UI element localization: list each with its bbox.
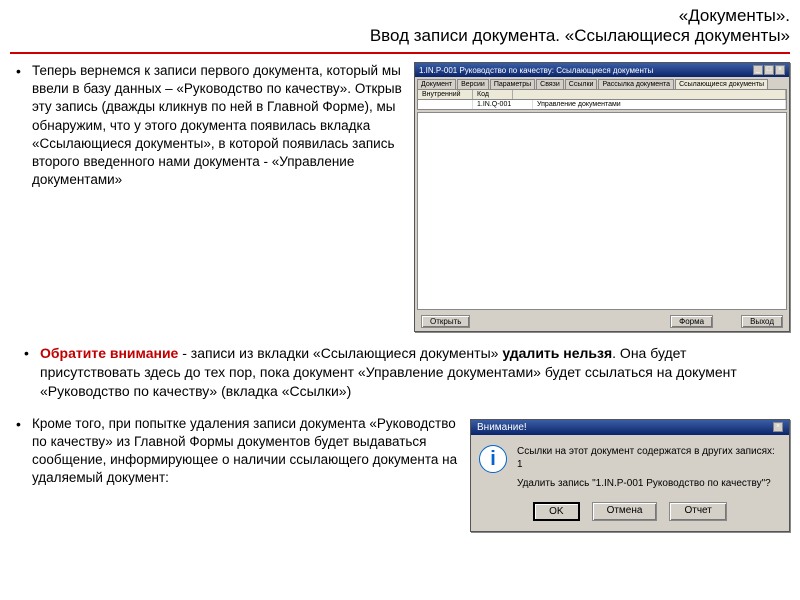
dialog-titlebar: Внимание! × [471, 420, 789, 435]
col-internal: Внутренний [418, 90, 473, 99]
dialog-line1: Ссылки на этот документ содержатся в дру… [517, 445, 781, 471]
note-strong: удалить нельзя [502, 345, 612, 361]
bullet-first-block: Теперь вернемся к записи первого докумен… [10, 62, 406, 196]
tab-referencing[interactable]: Ссылающиеся документы [675, 79, 768, 89]
app-title: 1.IN.P-001 Руководство по качеству: Ссыл… [419, 66, 653, 75]
cell-name: Управление документами [533, 100, 786, 109]
tab-params[interactable]: Параметры [490, 79, 535, 89]
tab-versions[interactable]: Версии [457, 79, 489, 89]
form-button[interactable]: Форма [670, 315, 713, 328]
bullet-third-block: Кроме того, при попытке удаления записи … [10, 415, 458, 494]
divider [10, 52, 790, 54]
cancel-button[interactable]: Отмена [592, 502, 658, 521]
cell-code: 1.IN.Q-001 [473, 100, 533, 109]
close-icon[interactable]: × [775, 65, 785, 75]
bullet-first: Теперь вернемся к записи первого докумен… [10, 62, 406, 190]
col-code: Код [473, 90, 513, 99]
dialog-close-icon[interactable]: × [773, 422, 783, 432]
title-line2: Ввод записи документа. «Ссылающиеся доку… [10, 26, 790, 46]
dialog-title: Внимание! [477, 422, 527, 433]
app-button-row: Открыть Форма Выход [415, 312, 789, 331]
list-row[interactable]: 1.IN.Q-001 Управление документами [417, 100, 787, 110]
maximize-icon[interactable]: □ [764, 65, 774, 75]
slide-title: «Документы». Ввод записи документа. «Ссы… [0, 0, 800, 50]
dialog-line2: Удалить запись "1.IN.P-001 Руководство п… [517, 477, 781, 490]
dialog-text: Ссылки на этот документ содержатся в дру… [517, 445, 781, 490]
title-line1: «Документы». [10, 6, 790, 26]
note-mid: - записи из вкладки «Ссылающиеся докумен… [178, 345, 502, 361]
note-lead: Обратите внимание [40, 345, 178, 361]
bullet-third: Кроме того, при попытке удаления записи … [10, 415, 458, 488]
list-area [417, 112, 787, 310]
tab-document[interactable]: Документ [417, 79, 456, 89]
report-button[interactable]: Отчет [669, 502, 726, 521]
minimize-icon[interactable]: _ [753, 65, 763, 75]
tab-bar: Документ Версии Параметры Связи Ссылки Р… [415, 77, 789, 89]
note-block: Обратите внимание - записи из вкладки «С… [0, 332, 800, 411]
tab-dispatch[interactable]: Рассылка документа [598, 79, 674, 89]
app-window: 1.IN.P-001 Руководство по качеству: Ссыл… [414, 62, 790, 332]
open-button[interactable]: Открыть [421, 315, 470, 328]
note-bullet: Обратите внимание - записи из вкладки «С… [18, 344, 782, 401]
ok-button[interactable]: OK [533, 502, 579, 521]
dialog-buttons: OK Отмена Отчет [471, 496, 789, 531]
tab-refs[interactable]: Ссылки [565, 79, 598, 89]
list-header: Внутренний Код [417, 89, 787, 100]
col-spacer [513, 90, 786, 99]
cell-empty [418, 100, 473, 109]
app-titlebar: 1.IN.P-001 Руководство по качеству: Ссыл… [415, 63, 789, 77]
exit-button[interactable]: Выход [741, 315, 783, 328]
tab-links[interactable]: Связи [536, 79, 564, 89]
info-icon: i [479, 445, 507, 473]
warning-dialog: Внимание! × i Ссылки на этот документ со… [470, 419, 790, 532]
